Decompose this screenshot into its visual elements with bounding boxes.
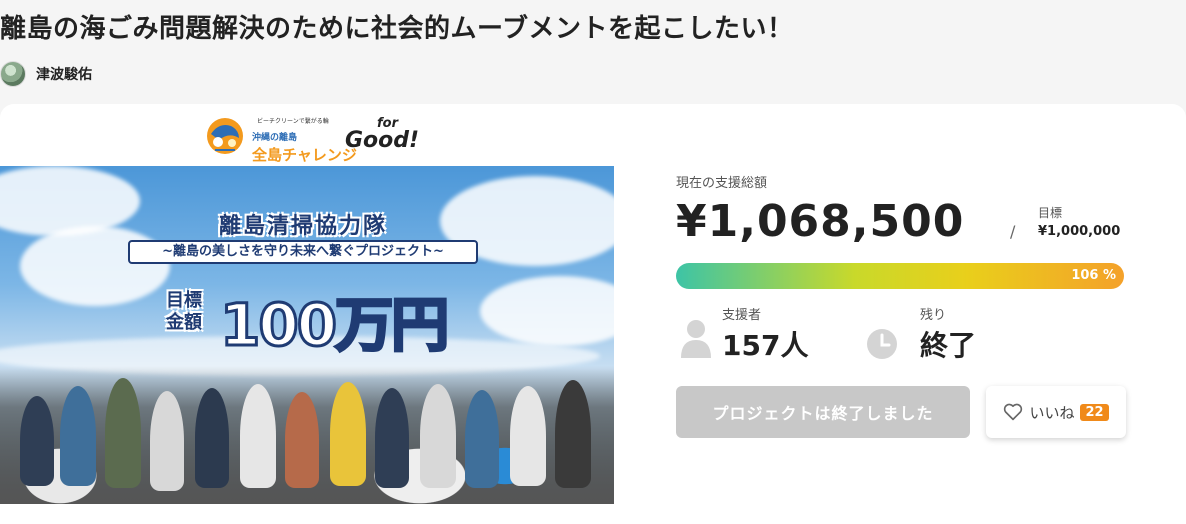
progress-bar: 106 %: [676, 263, 1124, 289]
progress-percent: 106 %: [1071, 268, 1116, 283]
goal-separator: /: [1010, 222, 1016, 241]
banner-title: 離島清掃協力隊: [218, 214, 387, 239]
partner-name: 沖縄の離島 全島チャレンジ: [252, 133, 357, 164]
project-title: 離島の海ごみ問題解決のために社会的ムーブメントを起こしたい！: [0, 14, 794, 44]
hero-goal: 目標金額 100万円: [160, 278, 460, 361]
island-challenge-logo-icon: [207, 118, 243, 154]
remaining-value: 終了: [920, 329, 977, 362]
like-label: いいね: [1029, 403, 1075, 422]
total-label: 現在の支援総額: [676, 176, 768, 191]
avatar[interactable]: [0, 61, 26, 87]
like-count-badge: 22: [1080, 403, 1109, 421]
supporters-value: 157人: [722, 329, 809, 362]
like-button[interactable]: いいね 22: [986, 386, 1126, 438]
heart-icon: [1004, 403, 1023, 421]
progress-bar-fill: [676, 263, 1124, 289]
owner-name[interactable]: 津波駿佑: [36, 64, 92, 84]
project-ended-button[interactable]: プロジェクトは終了しました: [676, 386, 970, 438]
partner-logos: ビーチクリーンで繋がる輪 沖縄の離島 全島チャレンジ for Good!: [200, 112, 620, 164]
hero-goal-label: 目標金額: [166, 290, 202, 333]
volunteer-group-photo: [0, 366, 614, 504]
supporters-label: 支援者: [722, 308, 762, 323]
goal-amount: ¥1,000,000: [1038, 224, 1121, 239]
for-good-logo: for Good!: [345, 116, 420, 153]
banner-subtitle: ~離島の美しさを守り未来へ繋ぐプロジェクト~: [128, 240, 478, 264]
hero-goal-amount: 100万円: [218, 290, 450, 361]
hero-banner: 離島清掃協力隊 ~離島の美しさを守り未来へ繋ぐプロジェクト~: [128, 188, 478, 264]
goal-label: 目標: [1038, 206, 1063, 220]
total-amount: ¥1,068,500: [676, 196, 965, 247]
hero-image: 離島清掃協力隊 ~離島の美しさを守り未来へ繋ぐプロジェクト~ 目標金額 100万…: [0, 166, 614, 504]
supporter-icon: [681, 320, 711, 358]
project-owner[interactable]: 津波駿佑: [0, 60, 92, 88]
remaining-label: 残り: [920, 308, 947, 323]
partner-tagline: ビーチクリーンで繋がる輪: [257, 118, 329, 125]
clock-icon: [867, 329, 897, 359]
